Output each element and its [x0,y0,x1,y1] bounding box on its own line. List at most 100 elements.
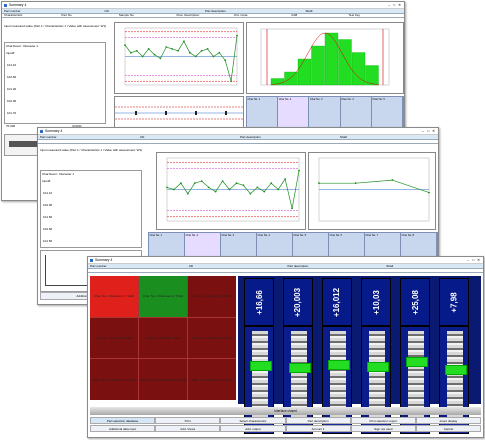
h2-part-no: Part No. [61,13,73,18]
header-part-description: Part description [205,8,226,13]
data-point [183,40,185,43]
h2-sample-no: Sample No. [118,13,135,18]
header-part-number: Part number [40,134,57,139]
add-output-button[interactable]: Add. output [220,425,286,432]
app-icon [90,258,93,262]
histogram-bar [365,65,379,86]
h2-ord-code: Ord. Code [233,13,248,18]
char-tile[interactable]: Char. No. 2 Diameter 2 / Shaft [139,276,187,317]
data-point [291,207,293,210]
data-point [224,59,227,62]
data-point [212,55,215,58]
maximize-icon[interactable]: □ [472,258,474,262]
maximize-icon[interactable]: □ [393,3,395,7]
list-footer: 70.000 [6,124,16,128]
gauge-value: +25,08 [410,289,420,315]
list-value: 102.00 [7,99,17,103]
data-point [200,49,203,52]
histogram-1[interactable] [246,22,404,94]
list-value: 101.70 [7,111,17,115]
minimize-icon[interactable]: – [467,258,469,262]
close-icon[interactable]: ✕ [398,3,401,7]
data-point [354,182,357,185]
data-point [218,51,221,54]
char-tile[interactable]: Char. No. 4 Length 2 / Shaft [90,317,138,359]
header-shaft: Shaft [305,8,313,13]
char-tile[interactable]: Char. No. 8 Perpendicularity / Shaft [139,359,187,400]
sign-not-used-button[interactable]: Sign not used [350,425,416,432]
gauge-target [289,363,311,373]
data-point [124,44,126,46]
data-point [230,80,233,83]
data-point [206,48,209,50]
char-tile[interactable]: Char. No. 6 Roundness / Shaft [188,317,236,359]
maximize-icon[interactable]: □ [427,129,429,133]
minimize-icon[interactable]: – [388,3,390,7]
data-point [249,192,252,195]
header-shaft: Shaft [386,263,394,268]
cancel-button[interactable]: Cancel [415,425,482,432]
value-list-panel: Char.Descr.: Diameter 1 Input# 101.10 10… [40,170,142,248]
data-point [298,169,300,172]
amount-button[interactable]: Amount 1 [285,425,351,432]
data-point [263,190,266,193]
data-point [391,179,394,181]
insert-display-button[interactable]: Insert display [415,417,482,424]
data-point [428,191,430,194]
header-row-2: Characteristic Part No. Sample No. Char.… [2,13,404,19]
list-label: Input# [42,179,51,183]
additional-data-input-button[interactable]: Additional data input [90,425,156,432]
list-title: Char.Descr.: Diameter 1 [42,172,75,176]
char-tile[interactable]: Char. No. 3 Length 1 / Shaft [188,276,236,317]
app-icon [4,3,7,7]
control-chart-1[interactable] [114,22,244,94]
summary-window-3[interactable]: Summary 4 – □ ✕ Part number CD Part descrip… [87,256,484,438]
mini-chart-1[interactable] [114,96,244,130]
part-selection-database-button[interactable]: Part selection database [90,417,156,424]
data-point [194,55,197,58]
mini-chart-1-svg [115,97,243,129]
data-point [207,186,210,189]
select-characteristic-button[interactable]: Select characteristic [220,417,286,424]
control-chart-2[interactable] [156,152,306,230]
add-views-button[interactable]: Add. Views [155,425,221,432]
char-cell[interactable]: Char No. 3 [309,97,341,129]
char-cell[interactable]: Char No. 5 [371,97,404,129]
print-button[interactable]: Print [155,417,221,424]
data-point [270,182,273,185]
data-point [188,51,191,54]
control-chart-2-svg [166,157,300,222]
gauge-value: +16,012 [332,287,342,317]
char-tile[interactable]: Char. No. 7 Concentricity / Shaft [90,359,138,400]
data-point [129,51,132,54]
part-description-button[interactable]: Part description [285,417,351,424]
char-tile[interactable]: Char. No. 5 Radius / Shaft [139,317,187,359]
char-cell[interactable]: Char No. 1 [247,97,279,129]
header-row-2 [88,268,483,274]
app-icon [40,129,43,133]
trend-chart[interactable] [308,152,436,230]
minimize-icon[interactable]: – [422,129,424,133]
char-tile[interactable]: Char. No. 1 Diameter 1 / Shaft [90,276,138,317]
close-icon[interactable]: ✕ [432,129,435,133]
characteristic-bar-1[interactable]: Char No. 1 Char No. 2 Char No. 3 Char No… [246,96,404,130]
button-row-2: Additional data input Add. Views Add. ou… [90,425,482,432]
list-value: 102.50 [43,227,53,231]
gauge-value: +20,003 [293,287,303,317]
data-point [141,55,144,58]
char-cell[interactable]: Char No. 2 [278,97,310,129]
histogram-1-svg [260,28,390,86]
char-tile[interactable]: Char. No. 9 Parallelism / Shaft [188,359,236,400]
data-point [284,178,287,180]
char-cell[interactable]: Char No. 4 [340,97,372,129]
data-point [221,180,224,182]
header-cd: CD [140,134,145,139]
header-shaft: Shaft [340,134,348,139]
gauge-value: +7,98 [449,291,459,313]
histogram-bar [297,58,312,86]
print-selection-report-button[interactable]: Print selection report [350,417,416,424]
data-point [242,184,245,187]
window-title: Summary 4 [9,3,27,7]
data-point [214,190,217,193]
close-icon[interactable]: ✕ [477,258,480,262]
